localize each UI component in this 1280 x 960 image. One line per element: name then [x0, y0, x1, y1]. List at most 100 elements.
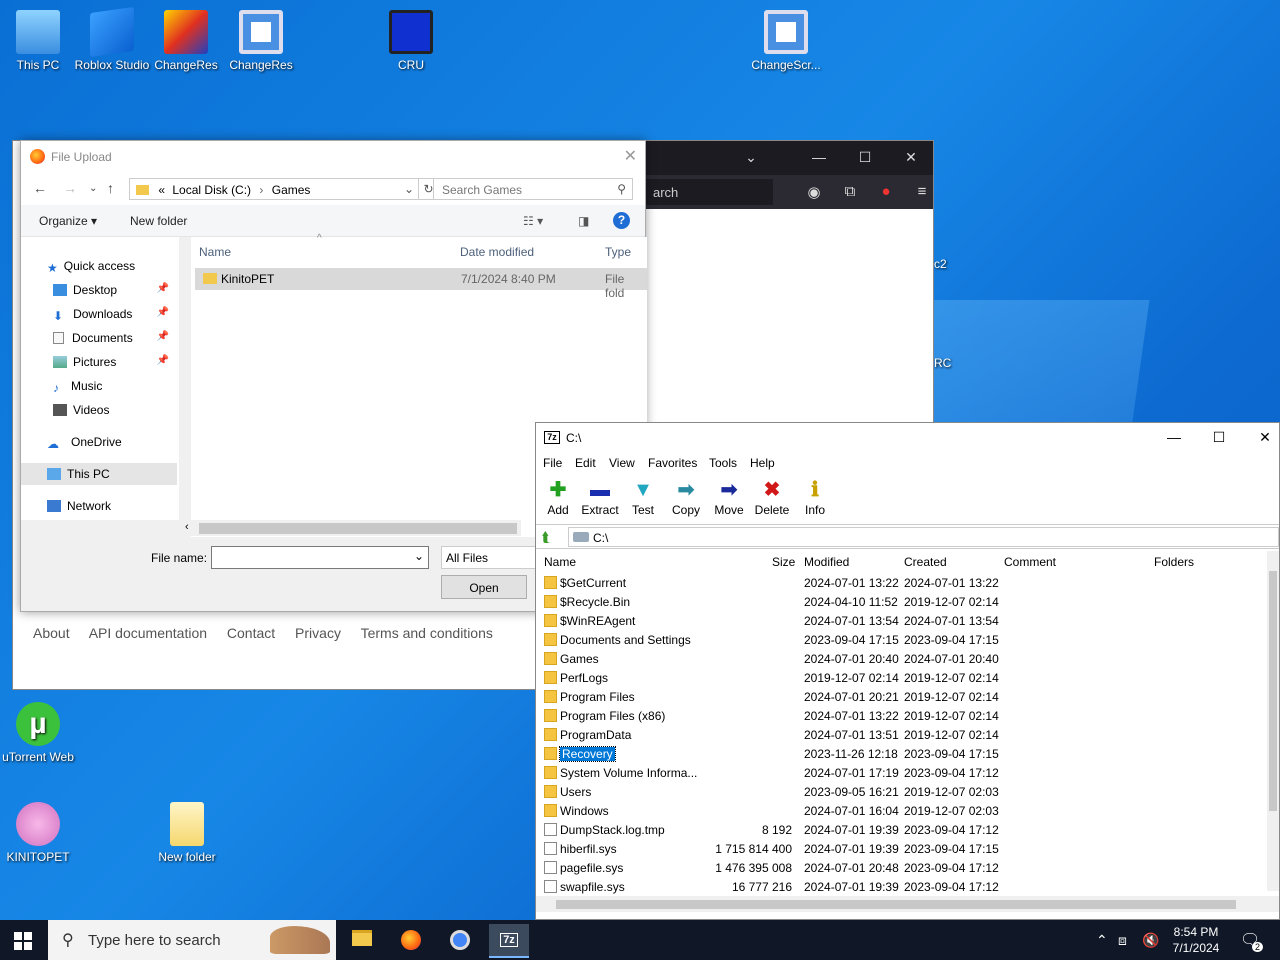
file-type-select[interactable]: All Files	[441, 546, 547, 569]
menu-file[interactable]: File	[543, 456, 562, 470]
nav-item-downloads[interactable]: ⬇ Downloads 📌	[21, 303, 177, 325]
menu-edit[interactable]: Edit	[575, 456, 596, 470]
firefox-taskbar-icon[interactable]	[391, 924, 431, 958]
horizontal-scrollbar[interactable]	[536, 896, 1279, 912]
desktop-icon-changeres-1[interactable]: ChangeRes	[148, 4, 224, 73]
column-header-date[interactable]: Date modified	[460, 245, 534, 259]
preview-pane-icon[interactable]: ◨	[578, 214, 589, 228]
table-row[interactable]: hiberfil.sys 1 715 814 400 2024-07-01 19:3…	[536, 839, 1269, 858]
file-name-input[interactable]: ⌄	[211, 546, 429, 569]
nav-item-videos[interactable]: Videos	[21, 399, 177, 421]
footer-link-contact[interactable]: Contact	[227, 625, 275, 641]
account-icon[interactable]: ◉	[803, 183, 825, 201]
chevron-up-icon[interactable]: ⌃	[1096, 932, 1108, 949]
table-row[interactable]: $GetCurrent 2024-07-01 13:22 2024-07-01 13…	[536, 573, 1269, 592]
table-row[interactable]: $Recycle.Bin 2024-04-10 11:52 2019-12-07 0…	[536, 592, 1269, 611]
maximize-icon[interactable]: ☐	[855, 149, 875, 166]
move-button[interactable]: ➡ Move	[707, 477, 751, 517]
address-bar[interactable]: « Local Disk (C:) › Games ⌄	[129, 178, 419, 200]
nav-item-network[interactable]: Network	[21, 495, 177, 517]
column-header-created[interactable]: Created	[904, 555, 947, 569]
table-row[interactable]: Users 2023-09-05 16:21 2019-12-07 02:03	[536, 782, 1269, 801]
table-row[interactable]: Documents and Settings 2023-09-04 17:15 20…	[536, 630, 1269, 649]
table-row[interactable]: System Volume Informa... 2024-07-01 17:19…	[536, 763, 1269, 782]
desktop-icon-utorrent[interactable]: µ uTorrent Web	[0, 696, 76, 765]
ublock-icon[interactable]: ●	[875, 183, 897, 200]
scroll-left-icon[interactable]: ‹	[185, 521, 189, 533]
close-icon[interactable]: ✕	[1253, 429, 1277, 446]
menu-help[interactable]: Help	[750, 456, 775, 470]
footer-link-terms[interactable]: Terms and conditions	[361, 625, 493, 641]
column-header-folders[interactable]: Folders	[1154, 555, 1194, 569]
table-row[interactable]: swapfile.sys 16 777 216 2024-07-01 19:39 20…	[536, 877, 1269, 896]
back-arrow-icon[interactable]: ←	[33, 180, 47, 196]
desktop-icon-roblox-studio[interactable]: Roblox Studio	[74, 4, 150, 73]
vertical-scrollbar[interactable]	[1267, 551, 1279, 891]
folder-up-icon[interactable]: ⮬	[542, 529, 550, 546]
test-button[interactable]: ▼ Test	[621, 477, 665, 517]
column-header-name[interactable]: Name	[199, 245, 231, 259]
table-row[interactable]: ProgramData 2024-07-01 13:51 2019-12-07 02…	[536, 725, 1269, 744]
nav-item-documents[interactable]: Documents 📌	[21, 327, 177, 349]
table-row[interactable]: Windows 2024-07-01 16:04 2019-12-07 02:03	[536, 801, 1269, 820]
info-button[interactable]: ℹ Info	[793, 477, 837, 517]
copy-button[interactable]: ➡ Copy	[664, 477, 708, 517]
scrollbar-thumb[interactable]	[556, 900, 1236, 909]
chrome-taskbar-icon[interactable]	[440, 924, 480, 958]
7zip-taskbar-icon[interactable]: 7z	[489, 924, 529, 958]
column-header-type[interactable]: Type	[605, 245, 631, 259]
table-row[interactable]: $WinREAgent 2024-07-01 13:54 2024-07-01 13…	[536, 611, 1269, 630]
column-header-comment[interactable]: Comment	[1004, 555, 1056, 569]
file-row[interactable]: KinitoPET 7/1/2024 8:40 PM File fold	[195, 268, 647, 300]
new-folder-button[interactable]: New folder	[130, 214, 187, 228]
desktop-icon-new-folder[interactable]: New folder	[149, 796, 225, 865]
breadcrumb-drive[interactable]: Local Disk (C:)	[172, 183, 251, 197]
close-icon[interactable]: ✕	[624, 146, 637, 166]
view-options-icon[interactable]: ☷ ▾	[523, 214, 543, 228]
nav-item-quick-access[interactable]: ★ Quick access	[21, 255, 177, 277]
table-row[interactable]: Program Files (x86) 2024-07-01 13:22 2019-…	[536, 706, 1269, 725]
minimize-icon[interactable]: —	[809, 149, 829, 165]
footer-link-about[interactable]: About	[33, 625, 70, 641]
extensions-icon[interactable]: ⧉	[839, 183, 861, 200]
path-input[interactable]: C:\	[568, 527, 1279, 547]
column-header-name[interactable]: Name	[544, 555, 576, 569]
recent-dropdown-icon[interactable]: ⌄	[89, 183, 97, 194]
help-icon[interactable]: ?	[613, 212, 630, 229]
chevron-down-icon[interactable]: ⌄	[414, 549, 424, 563]
organize-button[interactable]: Organize ▾	[39, 214, 97, 228]
search-input[interactable]: Search Games ⚲	[433, 178, 633, 200]
menu-tools[interactable]: Tools	[709, 456, 737, 470]
nav-item-pictures[interactable]: Pictures 📌	[21, 351, 177, 373]
nav-item-this-pc[interactable]: This PC	[21, 463, 177, 485]
minimize-icon[interactable]: —	[1162, 429, 1186, 445]
table-row[interactable]: Program Files 2024-07-01 20:21 2019-12-07 …	[536, 687, 1269, 706]
table-row[interactable]: PerfLogs 2019-12-07 02:14 2019-12-07 02:14	[536, 668, 1269, 687]
footer-link-privacy[interactable]: Privacy	[295, 625, 341, 641]
windows-start-icon[interactable]	[14, 932, 32, 950]
nav-item-onedrive[interactable]: ☁ OneDrive	[21, 431, 177, 453]
table-row[interactable]: DumpStack.log.tmp 8 192 2024-07-01 19:39 20…	[536, 820, 1269, 839]
volume-muted-icon[interactable]: 🔇	[1142, 932, 1159, 949]
forward-arrow-icon[interactable]: →	[63, 180, 77, 196]
tab-list-icon[interactable]: ⌄	[741, 149, 761, 166]
table-row[interactable]: Games 2024-07-01 20:40 2024-07-01 20:40	[536, 649, 1269, 668]
nav-item-desktop[interactable]: Desktop 📌	[21, 279, 177, 301]
menu-view[interactable]: View	[609, 456, 635, 470]
desktop-icon-changescr[interactable]: ChangeScr...	[748, 4, 824, 73]
column-header-size[interactable]: Size	[772, 555, 795, 569]
table-row[interactable]: Recovery 2023-11-26 12:18 2023-09-04 17:15	[536, 744, 1269, 763]
close-icon[interactable]: ✕	[901, 149, 921, 166]
menu-icon[interactable]: ≡	[911, 183, 933, 200]
desktop-icon-this-pc[interactable]: This PC	[0, 4, 76, 73]
nav-item-music[interactable]: ♪ Music	[21, 375, 177, 397]
horizontal-scrollbar[interactable]: ‹	[21, 520, 521, 536]
menu-favorites[interactable]: Favorites	[648, 456, 697, 470]
add-button[interactable]: ✚ Add	[536, 477, 580, 517]
extract-button[interactable]: ▬ Extract	[578, 477, 622, 517]
network-icon[interactable]: ⧈	[1118, 932, 1127, 949]
open-button[interactable]: Open	[441, 575, 527, 599]
column-header-modified[interactable]: Modified	[804, 555, 849, 569]
desktop-icon-cru[interactable]: CRU	[373, 4, 449, 73]
breadcrumb-folder[interactable]: Games	[272, 183, 311, 197]
